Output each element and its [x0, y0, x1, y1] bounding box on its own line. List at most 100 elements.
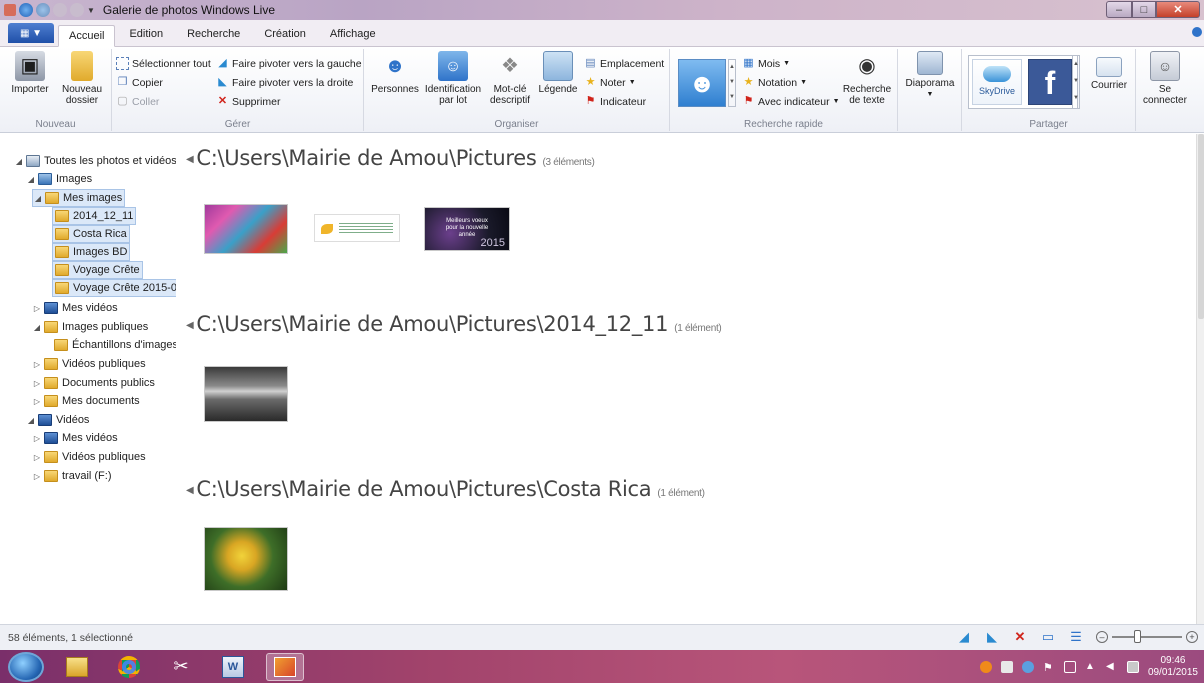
network-icon[interactable]: ▲	[1085, 661, 1097, 673]
tab-recherche[interactable]: Recherche	[177, 24, 250, 46]
tab-creation[interactable]: Création	[254, 24, 316, 46]
text-search-button[interactable]: ◉ Recherche de texte	[840, 51, 894, 107]
rate-button[interactable]: ★ Noter ▼	[584, 76, 636, 89]
tree-item-travail[interactable]: ▷ travail (F:)	[32, 467, 112, 485]
tree-item-images-bd[interactable]: Images BD	[52, 243, 131, 261]
zoom-slider-thumb[interactable]	[1134, 630, 1141, 643]
back-icon[interactable]	[19, 3, 33, 17]
section-collapse-icon[interactable]: ◀	[186, 320, 194, 331]
people-filter-scroll[interactable]: ▲ ▼ ▼	[728, 59, 736, 107]
expand-arrow-icon[interactable]: ▷	[32, 304, 42, 313]
rotate-left-icon[interactable]: ◢	[956, 629, 972, 645]
tree-item-videos-publiques-2[interactable]: ▷ Vidéos publiques	[32, 448, 146, 466]
section-header-pictures[interactable]: ◀ C:\Users\Mairie de Amou\Pictures (3 élém…	[186, 146, 595, 170]
skydrive-button[interactable]: SkyDrive	[972, 59, 1022, 105]
qat-dropdown-icon[interactable]: ▼	[87, 6, 95, 15]
taskbar-snipping[interactable]: ✂	[162, 653, 200, 681]
zoom-out-icon[interactable]: –	[1096, 631, 1108, 643]
zoom-in-icon[interactable]: +	[1186, 631, 1198, 643]
tree-item-mes-images[interactable]: ◢ Mes images	[32, 189, 126, 207]
month-button[interactable]: ▦ Mois ▼	[742, 57, 790, 70]
display-icon[interactable]	[1063, 660, 1076, 673]
rating-filter-button[interactable]: ★ Notation ▼	[742, 76, 807, 89]
tree-item-echantillons[interactable]: Échantillons d'images	[52, 336, 176, 354]
tree-item-mes-videos[interactable]: ▷ Mes vidéos	[32, 299, 118, 317]
delete-icon[interactable]: ✕	[1012, 629, 1028, 645]
new-folder-button[interactable]: Nouveau dossier	[58, 51, 106, 106]
minimize-button[interactable]: –	[1106, 1, 1132, 18]
section-header-2014-12-11[interactable]: ◀ C:\Users\Mairie de Amou\Pictures\2014_1…	[186, 312, 722, 336]
tab-edition[interactable]: Edition	[119, 24, 173, 46]
flagged-filter-button[interactable]: ⚑ Avec indicateur ▼	[742, 95, 840, 108]
tree-item-images[interactable]: ◢ Images	[26, 170, 92, 188]
tree-item-all-photos[interactable]: ◢ Toutes les photos et vidéos	[14, 152, 176, 170]
redo-icon[interactable]	[70, 3, 84, 17]
section-collapse-icon[interactable]: ◀	[186, 485, 194, 496]
slideshow-button[interactable]: Diaporama ▼	[902, 51, 958, 100]
tree-item-videos[interactable]: ◢ Vidéos	[26, 411, 89, 429]
tree-item-videos-mes-videos[interactable]: ▷ Mes vidéos	[32, 429, 118, 447]
tree-item-voyage-crete[interactable]: Voyage Crête	[52, 261, 143, 279]
expand-arrow-icon[interactable]: ▷	[32, 397, 42, 406]
photo-thumbnail[interactable]	[204, 366, 288, 422]
delete-button[interactable]: ✕ Supprimer	[216, 95, 281, 108]
copy-button[interactable]: ❐ Copier	[116, 76, 163, 89]
scrollbar-thumb[interactable]	[1198, 134, 1204, 319]
tray-security-icon[interactable]	[1000, 660, 1013, 673]
collapse-arrow-icon[interactable]: ◢	[33, 194, 43, 203]
tree-item-2014-12-11[interactable]: 2014_12_11	[52, 207, 137, 225]
photo-thumbnail[interactable]	[204, 527, 288, 591]
maximize-button[interactable]: □	[1132, 1, 1156, 18]
taskbar-chrome[interactable]	[110, 653, 148, 681]
volume-icon[interactable]: ◀	[1106, 661, 1118, 673]
app-icon[interactable]	[4, 4, 16, 16]
tab-accueil[interactable]: Accueil	[58, 25, 116, 47]
people-button[interactable]: ☻ Personnes	[368, 51, 422, 96]
expand-arrow-icon[interactable]: ▷	[32, 434, 42, 443]
rotate-right-icon[interactable]: ◣	[984, 629, 1000, 645]
select-all-button[interactable]: Sélectionner tout	[116, 57, 211, 70]
taskbar-explorer[interactable]	[58, 653, 96, 681]
details-view-icon[interactable]: ☰	[1068, 629, 1084, 645]
tree-item-documents-publics[interactable]: ▷ Documents publics	[32, 374, 155, 392]
zoom-slider[interactable]	[1112, 630, 1182, 643]
section-header-costa-rica[interactable]: ◀ C:\Users\Mairie de Amou\Pictures\Costa …	[186, 477, 705, 501]
clock[interactable]: 09:46 09/01/2015	[1148, 655, 1198, 679]
tray-sync-icon[interactable]	[1021, 660, 1034, 673]
taskbar-photo-gallery[interactable]	[266, 652, 304, 681]
expand-arrow-icon[interactable]: ▷	[32, 453, 42, 462]
batch-tag-button[interactable]: ☺ Identification par lot	[422, 51, 484, 106]
section-collapse-icon[interactable]: ◀	[186, 154, 194, 165]
people-filter-tile[interactable]: ☻	[678, 59, 726, 107]
expand-arrow-icon[interactable]: ▷	[32, 472, 42, 481]
power-icon[interactable]	[1126, 660, 1139, 673]
collapse-arrow-icon[interactable]: ◢	[26, 416, 36, 425]
tab-affichage[interactable]: Affichage	[320, 24, 386, 46]
undo-icon[interactable]	[53, 3, 67, 17]
vertical-scrollbar[interactable]	[1196, 134, 1204, 624]
taskbar-word[interactable]: W	[214, 653, 252, 681]
expand-arrow-icon[interactable]: ▷	[32, 360, 42, 369]
paste-button[interactable]: ▢ Coller	[116, 95, 159, 108]
flag-icon[interactable]: ⚑	[1043, 661, 1055, 674]
greeting-card-thumbnail[interactable]: Meilleurs voeux pour la nouvelle année 2…	[424, 207, 510, 251]
forward-icon[interactable]	[36, 3, 50, 17]
tree-item-voyage-crete-2015[interactable]: Voyage Crête 2015-01	[52, 279, 176, 297]
flag-button[interactable]: ⚑ Indicateur	[584, 95, 647, 108]
keyword-button[interactable]: ❖ Mot-clé descriptif	[486, 51, 534, 107]
tree-item-mes-documents[interactable]: ▷ Mes documents	[32, 392, 140, 410]
collapse-arrow-icon[interactable]: ◢	[32, 323, 42, 332]
rotate-left-button[interactable]: ◢ Faire pivoter vers la gauche	[216, 57, 361, 70]
location-button[interactable]: ▤ Emplacement	[584, 57, 664, 70]
import-button[interactable]: ▣ Importer	[4, 51, 56, 95]
display-icon[interactable]: ▭	[1040, 629, 1056, 645]
sign-in-button[interactable]: ☺ Se connecter	[1140, 51, 1190, 106]
photo-thumbnail[interactable]	[204, 204, 288, 254]
file-menu-button[interactable]: ▦ ▼	[8, 23, 54, 43]
tray-app-icon[interactable]	[979, 660, 992, 673]
facebook-button[interactable]: f	[1028, 59, 1072, 105]
tree-item-images-publiques[interactable]: ◢ Images publiques	[32, 318, 148, 336]
close-button[interactable]: ✕	[1156, 1, 1200, 18]
collapse-arrow-icon[interactable]: ◢	[26, 175, 36, 184]
tree-item-costa-rica[interactable]: Costa Rica	[52, 225, 130, 243]
